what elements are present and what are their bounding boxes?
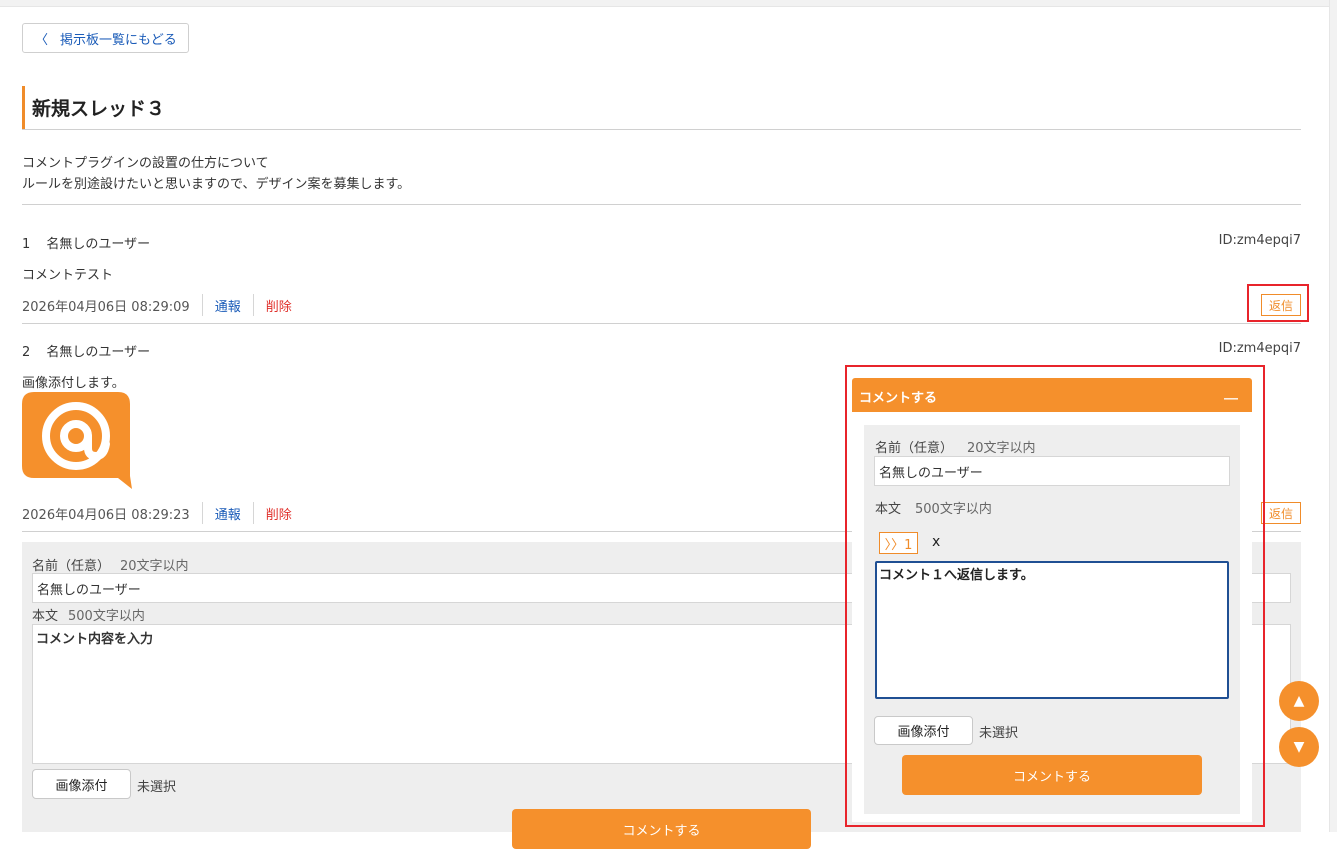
divider: [22, 323, 1301, 324]
divider: [201, 294, 203, 316]
name-label: 名前（任意） 20文字以内: [32, 555, 189, 574]
body-hint: 500文字以内: [915, 502, 992, 517]
body-label-text: 本文: [32, 609, 59, 624]
divider: [252, 502, 254, 524]
delete-link[interactable]: 削除: [266, 504, 292, 523]
submit-comment-button[interactable]: コメントする: [512, 809, 811, 849]
body-label: 本文 500文字以内: [32, 605, 145, 624]
body-label-text: 本文: [875, 502, 902, 517]
name-label-text: 名前（任意）: [32, 559, 111, 574]
reply-quote-chip[interactable]: 〉〉1: [879, 532, 918, 554]
thread-description: コメントプラグインの設置の仕方について ルールを別途設けたいと思いますので、デザ…: [22, 153, 410, 195]
post-number: 2: [22, 345, 31, 360]
top-border: [0, 0, 1337, 7]
page-title: 新規スレッド３: [32, 98, 166, 120]
post-number: 1: [22, 237, 31, 252]
delete-link[interactable]: 削除: [266, 296, 292, 315]
body-label: 本文 500文字以内: [875, 498, 992, 517]
description-line: ルールを別途設けたいと思いますので、デザイン案を募集します。: [22, 177, 411, 192]
post-timestamp: 2026年04月06日 08:29:09: [22, 299, 190, 315]
divider: [252, 294, 254, 316]
post-meta: 2026年04月06日 08:29:09 通報 削除: [22, 294, 292, 316]
post-author: 名無しのユーザー: [46, 345, 151, 360]
triangle-down-icon: ▼: [1293, 739, 1305, 755]
reply-button[interactable]: 返信: [1261, 502, 1301, 524]
post-author: 名無しのユーザー: [46, 237, 151, 252]
reply-body-textarea[interactable]: コメント１へ返信します。: [875, 561, 1229, 699]
name-hint: 20文字以内: [967, 441, 1036, 456]
post-id: ID:zm4epqi7: [1218, 233, 1301, 248]
name-label-text: 名前（任意）: [875, 441, 954, 456]
floating-panel-title: コメントする: [859, 391, 938, 406]
post-meta: 2026年04月06日 08:29:23 通報 削除: [22, 502, 292, 524]
scroll-up-button[interactable]: ▲: [1279, 681, 1319, 721]
reply-button[interactable]: 返信: [1261, 294, 1301, 316]
floating-panel-header[interactable]: コメントする __: [852, 378, 1252, 412]
window-scrollbar[interactable]: [1329, 0, 1337, 832]
triangle-up-icon: ▲: [1293, 693, 1305, 709]
divider: [201, 502, 203, 524]
post-timestamp: 2026年04月06日 08:29:23: [22, 507, 190, 523]
report-link[interactable]: 通報: [215, 296, 241, 315]
back-to-board-list-button[interactable]: 〈 掲示板一覧にもどる: [22, 23, 189, 53]
attach-image-button[interactable]: 画像添付: [32, 769, 131, 799]
post-header: 1 名無しのユーザー: [22, 233, 150, 252]
name-field[interactable]: 名無しのユーザー: [874, 456, 1230, 486]
at-sign-speech-bubble-icon[interactable]: [22, 392, 132, 490]
report-link[interactable]: 通報: [215, 504, 241, 523]
chevron-left-icon: 〈: [35, 32, 49, 48]
attach-status: 未選択: [979, 726, 1019, 741]
attach-status: 未選択: [137, 780, 177, 795]
name-label: 名前（任意） 20文字以内: [875, 437, 1036, 456]
body-hint: 500文字以内: [68, 609, 145, 624]
submit-comment-button[interactable]: コメントする: [902, 755, 1202, 795]
back-button-label: 掲示板一覧にもどる: [60, 32, 177, 48]
divider: [22, 204, 1301, 205]
title-accent-bar: [22, 86, 25, 129]
minimize-icon[interactable]: __: [1224, 384, 1238, 400]
post-body: コメントテスト: [22, 268, 114, 283]
thread-title-section: 新規スレッド３: [22, 86, 1301, 130]
description-line: コメントプラグインの設置の仕方について: [22, 156, 269, 171]
post-header: 2 名無しのユーザー: [22, 341, 150, 360]
name-hint: 20文字以内: [120, 559, 189, 574]
remove-quote-button[interactable]: x: [932, 534, 940, 550]
post-body: 画像添付します。: [22, 376, 125, 391]
attach-image-button[interactable]: 画像添付: [874, 716, 973, 745]
post-id: ID:zm4epqi7: [1218, 341, 1301, 356]
scroll-down-button[interactable]: ▼: [1279, 727, 1319, 767]
